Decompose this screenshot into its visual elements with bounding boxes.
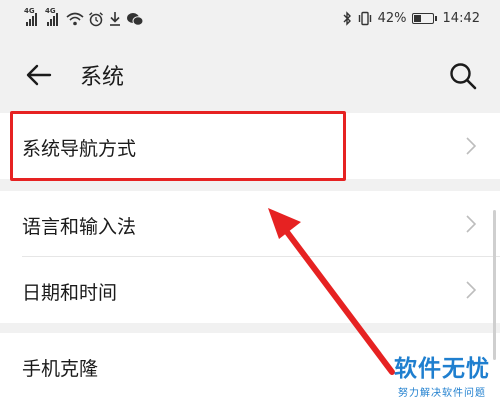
settings-item-date-time[interactable]: 日期和时间	[0, 257, 500, 323]
wechat-icon	[127, 12, 144, 26]
page-title: 系统	[80, 65, 125, 90]
watermark-title: 软件无忧	[394, 356, 490, 382]
settings-item-label: 手机克隆	[22, 358, 99, 380]
status-bar: 4G 4G 42% 14:42	[0, 0, 500, 42]
status-left: 4G 4G	[24, 7, 144, 27]
settings-item-label: 语言和输入法	[22, 216, 137, 238]
wifi-icon	[66, 12, 84, 26]
chevron-right-icon	[466, 215, 476, 233]
bluetooth-icon	[343, 11, 351, 26]
status-right: 42% 14:42	[342, 11, 480, 26]
download-icon	[110, 12, 120, 26]
app-header: 系统	[0, 42, 500, 108]
settings-group-locale: 语言和输入法 日期和时间	[0, 191, 500, 323]
battery-icon	[411, 13, 437, 24]
alarm-icon	[89, 12, 103, 27]
vibrate-icon	[358, 11, 371, 26]
battery-percentage: 42%	[377, 11, 407, 26]
signal-icon: 4G	[24, 7, 37, 26]
settings-item-label: 日期和时间	[22, 282, 118, 304]
chevron-right-icon	[466, 281, 476, 299]
back-arrow-icon[interactable]	[24, 60, 54, 90]
watermark-logo: 软件无忧 努力解决软件问题	[394, 349, 490, 399]
signal-icon: 4G	[45, 7, 58, 26]
watermark-subtitle: 努力解决软件问题	[398, 388, 486, 399]
scrollbar[interactable]	[493, 210, 496, 360]
clock: 14:42	[442, 11, 480, 26]
highlight-box	[10, 111, 346, 181]
settings-item-language-input[interactable]: 语言和输入法	[0, 191, 500, 257]
search-icon[interactable]	[448, 61, 478, 91]
chevron-right-icon	[466, 137, 476, 155]
